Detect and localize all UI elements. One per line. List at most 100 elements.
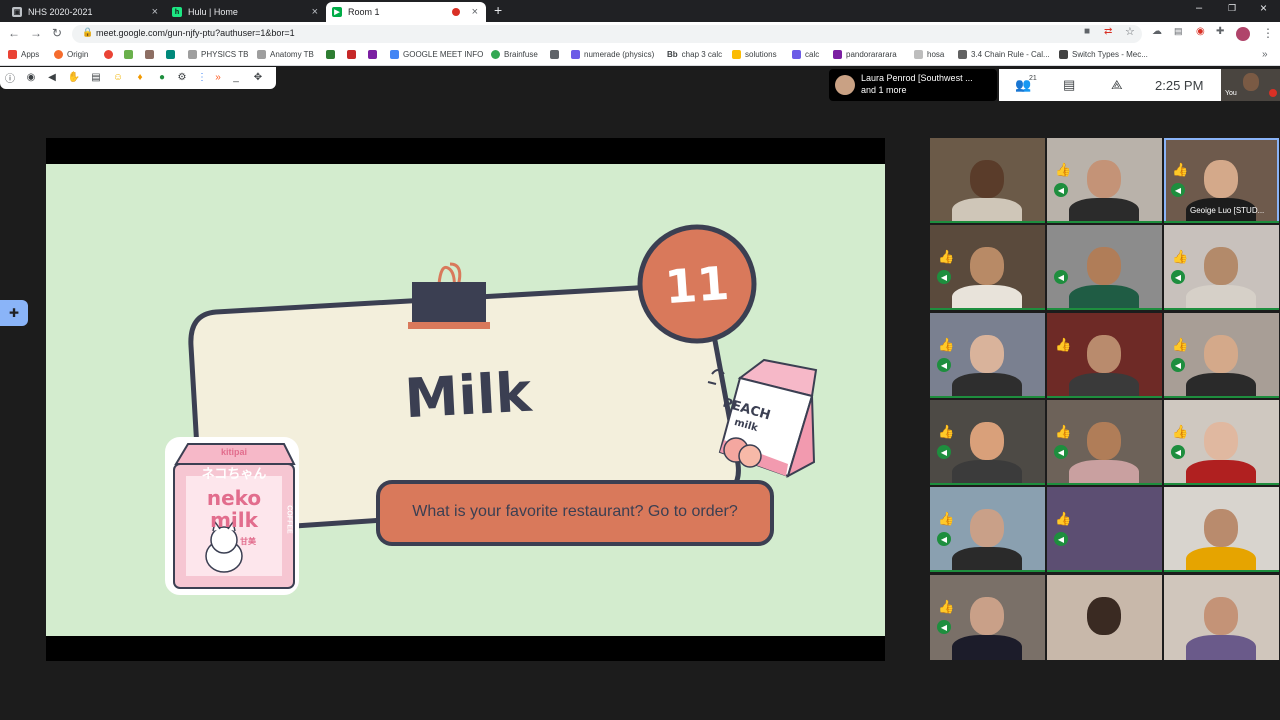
new-tab-button[interactable]: + — [494, 2, 502, 18]
bookmark-physics[interactable]: PHYSICS TB — [188, 50, 248, 59]
bookmark-anatomy[interactable]: Anatomy TB — [257, 50, 314, 59]
audio-indicator-icon: ◀ — [937, 270, 951, 284]
reload-icon[interactable]: ↻ — [52, 26, 62, 40]
carton-line2: milk — [210, 508, 258, 532]
self-view[interactable]: You — [1221, 69, 1280, 101]
participant-tile[interactable] — [1047, 575, 1162, 660]
participant-shirt — [1186, 285, 1256, 310]
clipboard-icon[interactable]: ▤ — [90, 71, 102, 83]
bookmark-hosa[interactable]: hosa — [914, 50, 944, 59]
participant-tile[interactable] — [1164, 575, 1279, 660]
bookmark-switch-types[interactable]: Switch Types - Mec... — [1059, 50, 1148, 59]
bookmark-5[interactable] — [166, 50, 179, 59]
participant-tile[interactable] — [930, 138, 1045, 223]
c-icon — [958, 50, 967, 59]
forward-icon[interactable]: → — [30, 26, 42, 40]
bookmark-chap3[interactable]: Bb chap 3 calc — [667, 50, 722, 59]
back-icon[interactable]: ← — [8, 26, 20, 40]
avatar[interactable] — [1236, 27, 1250, 41]
participant-tile[interactable]: 👍 ◀ — [1047, 400, 1162, 485]
shield-icon[interactable]: ◉ — [1196, 26, 1205, 37]
participant-shirt — [1069, 635, 1139, 660]
participant-tile[interactable]: 👍 — [1047, 313, 1162, 398]
avatar — [835, 75, 855, 95]
add-people-button[interactable]: ✚ — [0, 300, 28, 326]
minimize-icon[interactable]: _ — [230, 71, 242, 83]
bookmark-chain-rule[interactable]: 3.4 Chain Rule - Cal... — [958, 50, 1050, 59]
more-bookmarks-icon[interactable]: » — [1262, 49, 1268, 60]
restore-icon[interactable]: ❐ — [1228, 3, 1236, 14]
activities-icon[interactable]: ⟁ — [1111, 77, 1123, 93]
thumbs-up-icon: 👍 — [1055, 162, 1072, 177]
participant-tile[interactable]: 👍 ◀ — [1164, 313, 1279, 398]
participant-tile[interactable]: 👍 ◀ — [1047, 138, 1162, 223]
bookmark-brainfuse[interactable]: Brainfuse — [491, 50, 538, 59]
chat-icon[interactable]: ● — [156, 71, 168, 83]
bookmark-calc[interactable]: calc — [792, 50, 819, 59]
self-label: You — [1225, 90, 1237, 97]
star-icon[interactable]: ☆ — [1125, 25, 1135, 38]
participant-tile[interactable]: 👍 ◀ — [1047, 487, 1162, 572]
participant-tile[interactable]: ◀ — [1047, 225, 1162, 310]
binder-clip-icon — [408, 262, 490, 329]
bookmark-pandora[interactable]: pandorararara — [833, 50, 897, 59]
menu-icon[interactable]: ⋮ — [1262, 26, 1274, 40]
tab-room-1[interactable]: ▶ Room 1 × — [326, 2, 486, 22]
window-close-icon[interactable]: × — [1260, 1, 1267, 15]
audio-indicator-icon: ◀ — [1054, 445, 1068, 459]
speaker-icon[interactable]: ◀ — [46, 71, 58, 83]
participant-tile[interactable]: 👍 ◀ — [930, 400, 1045, 485]
chat-icon[interactable]: ▤ — [1063, 77, 1075, 93]
ribbon-icon[interactable]: ♦ — [134, 71, 146, 83]
info-icon[interactable]: ⓘ — [4, 71, 16, 85]
close-icon[interactable]: × — [152, 6, 158, 18]
bookmark-2[interactable] — [104, 50, 117, 59]
cloud-icon[interactable]: ☁ — [1152, 26, 1162, 37]
camera-icon[interactable]: ■ — [1084, 26, 1090, 37]
emoji-icon[interactable]: ☺ — [112, 71, 124, 83]
bookmark-10[interactable] — [368, 50, 381, 59]
bookmark-4[interactable] — [145, 50, 158, 59]
move-icon[interactable]: ✥ — [252, 71, 264, 83]
participant-tile[interactable]: 👍 ◀ — [930, 225, 1045, 310]
participant-tile[interactable]: 👍 ◀ — [930, 487, 1045, 572]
thumbs-up-icon: 👍 — [1172, 162, 1189, 177]
bookmark-apps[interactable]: Apps — [8, 50, 39, 59]
address-bar[interactable]: 🔒 meet.google.com/gun-njfy-ptu?authuser=… — [72, 25, 1142, 43]
bookmark-8[interactable] — [326, 50, 339, 59]
minimize-icon[interactable]: – — [1196, 2, 1202, 14]
close-icon[interactable]: × — [312, 6, 318, 18]
participant-tile[interactable] — [1164, 487, 1279, 572]
tab-hulu[interactable]: h Hulu | Home × — [166, 2, 326, 22]
audio-indicator-icon: ◀ — [1171, 270, 1185, 284]
recording-icon — [452, 8, 460, 16]
gear-icon[interactable]: ⚙ — [176, 71, 188, 83]
presenter-chip[interactable]: Laura Penrod [Southwest ... and 1 more — [829, 69, 997, 101]
translate-icon[interactable]: ⇄ — [1104, 26, 1112, 37]
participant-tile[interactable]: 👍 ◀ — [1164, 400, 1279, 485]
participant-tile[interactable]: 👍 ◀ — [930, 313, 1045, 398]
mic-off-icon[interactable] — [1269, 89, 1277, 97]
bookmark-9[interactable] — [347, 50, 360, 59]
participant-tile[interactable]: 👍 ◀ Geoige Luo [STUD... — [1164, 138, 1279, 223]
bookmark-solutions[interactable]: solutions — [732, 50, 777, 59]
more-icon[interactable]: ⋮ — [196, 71, 208, 83]
bookmark-meet-info[interactable]: GOOGLE MEET INFO — [390, 50, 483, 59]
bookmark-numerade[interactable]: numerade (physics) — [571, 50, 654, 59]
eye-icon[interactable]: ◉ — [25, 71, 37, 83]
hand-icon[interactable]: ✋ — [68, 71, 80, 83]
bookmark-13[interactable] — [550, 50, 563, 59]
extension-icon[interactable]: ▤ — [1174, 26, 1183, 37]
origin-icon — [54, 50, 63, 59]
tab-nhs[interactable]: ▣ NHS 2020-2021 × — [6, 2, 166, 22]
bookmark-origin[interactable]: Origin — [54, 50, 88, 59]
close-icon[interactable]: × — [472, 6, 478, 18]
puzzle-icon[interactable]: ✚ — [1216, 26, 1224, 37]
fast-forward-icon[interactable]: » — [212, 71, 224, 83]
participant-tile[interactable]: 👍 ◀ — [1164, 225, 1279, 310]
bookmark-3[interactable] — [124, 50, 137, 59]
speaking-bar — [930, 483, 1045, 485]
participant-shirt — [1069, 460, 1139, 485]
url-text[interactable]: meet.google.com/gun-njfy-ptu?authuser=1&… — [96, 28, 295, 38]
participant-tile[interactable]: 👍 ◀ — [930, 575, 1045, 660]
